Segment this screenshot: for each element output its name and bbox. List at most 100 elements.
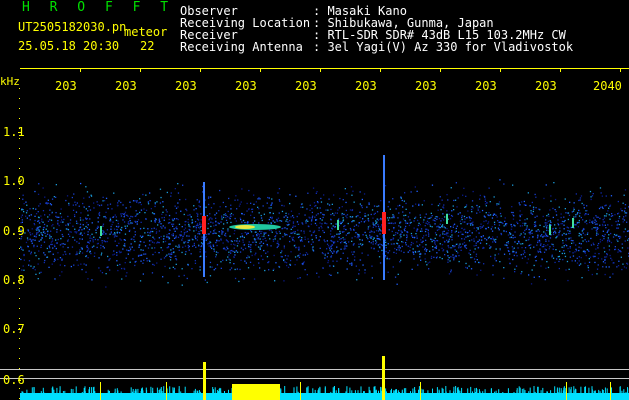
noise-dot [56,216,58,218]
noise-dot [306,208,308,210]
noise-dot [549,220,551,222]
noise-dot [33,266,35,268]
noise-dot [405,202,407,205]
noise-dot [199,206,201,208]
noise-dot [519,214,521,216]
noise-dot [464,231,467,233]
noise-dot [623,231,625,233]
noise-dot [594,221,596,224]
noise-dot [565,212,567,214]
noise-dot [423,235,425,237]
noise-dot [447,199,449,201]
noise-dot [92,241,94,243]
noise-dot [114,233,116,235]
noise-dot [74,228,76,230]
baseline-spike [293,387,295,393]
noise-dot [324,257,326,259]
noise-dot [107,237,109,239]
noise-dot [147,231,149,234]
baseline-spike [130,387,132,393]
noise-dot [521,257,524,259]
noise-dot [495,248,497,250]
noise-dot [142,249,144,251]
noise-dot [492,264,494,267]
noise-dot [439,203,441,205]
noise-dot [72,209,75,211]
noise-dot [397,239,399,241]
noise-dot [103,216,105,218]
noise-dot [127,249,129,252]
noise-dot [431,240,433,243]
noise-dot [191,219,193,221]
noise-dot [348,232,350,234]
noise-dot [273,268,275,270]
baseline-spike [476,389,478,393]
noise-dot [458,260,460,263]
noise-dot [257,198,259,200]
noise-dot [545,233,547,235]
noise-dot [455,227,457,230]
baseline-spike [374,386,376,393]
noise-dot [182,235,184,237]
noise-dot [255,244,257,246]
baseline-spike [619,386,621,393]
noise-dot [442,233,444,235]
noise-dot [160,226,162,228]
top-axis-line [20,68,629,69]
noise-dot [338,236,340,238]
noise-dot [320,197,322,200]
noise-dot [54,245,56,248]
noise-dot [102,196,104,198]
noise-dot [114,214,116,216]
noise-dot [550,221,552,223]
noise-dot [292,215,294,217]
noise-dot [154,247,156,249]
noise-dot [29,219,31,221]
noise-dot [53,260,55,263]
noise-dot [503,267,505,269]
noise-dot [210,196,212,198]
noise-dot [55,212,57,214]
noise-dot [208,219,210,221]
noise-dot [460,231,462,233]
noise-dot [255,201,257,203]
noise-dot [434,220,437,222]
baseline-spike [453,386,455,393]
noise-dot [608,234,610,236]
noise-dot [584,221,586,223]
noise-dot [441,244,444,246]
noise-dot [466,267,468,269]
noise-dot [183,242,185,244]
noise-dot [349,209,352,211]
noise-dot [21,269,23,271]
noise-dot [64,243,66,245]
noise-dot [518,240,520,243]
baseline-spike [456,387,458,393]
noise-dot [168,214,171,217]
noise-dot [229,235,231,237]
noise-dot [135,215,137,217]
noise-dot [170,253,172,255]
noise-dot [340,248,342,250]
noise-dot [377,219,379,222]
y-tick-label: 0.7 [3,322,25,336]
noise-dot [346,260,348,262]
minor-echo [446,214,448,224]
noise-dot [67,233,70,235]
noise-dot [85,271,87,273]
noise-dot [603,235,605,238]
noise-dot [442,213,444,215]
noise-dot [610,232,612,235]
noise-dot [130,222,132,224]
noise-dot [113,250,115,252]
noise-dot [120,229,123,231]
noise-dot [241,188,243,190]
noise-dot [72,236,74,238]
noise-dot [149,260,151,262]
noise-dot [599,206,602,208]
noise-dot [20,248,23,250]
noise-dot [419,256,421,258]
noise-dot [228,197,230,200]
noise-dot [425,239,427,241]
baseline-spike [135,389,137,393]
